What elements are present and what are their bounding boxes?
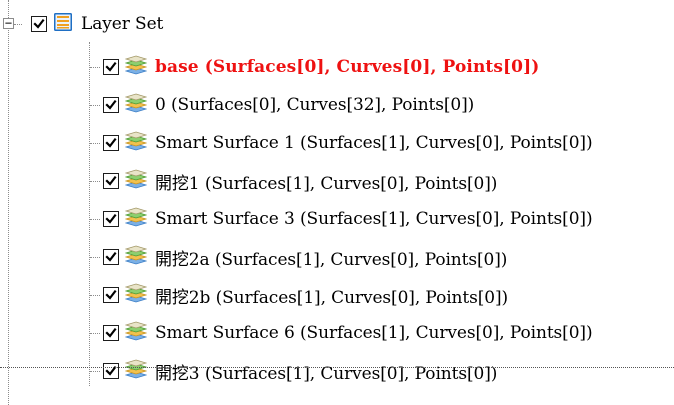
layer-stack-icon: [124, 283, 148, 307]
tree-connector: [90, 295, 100, 296]
layer-row[interactable]: Smart Surface 3 (Surfaces[1], Curves[0],…: [103, 200, 593, 238]
layer-visibility-checkbox[interactable]: [103, 97, 119, 113]
focus-indicator: [0, 367, 674, 368]
layer-row[interactable]: Smart Surface 6 (Surfaces[1], Curves[0],…: [103, 314, 593, 352]
layer-stack-icon: [124, 131, 148, 155]
layer-label: Smart Surface 1 (Surfaces[1], Curves[0],…: [155, 133, 593, 153]
tree-connector: [90, 143, 100, 144]
layer-label: 開挖2b (Surfaces[1], Curves[0], Points[0]): [155, 287, 509, 308]
layer-label: 0 (Surfaces[0], Curves[32], Points[0]): [155, 95, 475, 115]
layer-row[interactable]: 開挖3 (Surfaces[1], Curves[0], Points[0]): [103, 352, 497, 390]
tree-connector: [90, 371, 100, 372]
layer-stack-icon: [124, 359, 148, 383]
tree-connector: [90, 67, 100, 68]
layer-set-row[interactable]: Layer Set: [31, 5, 163, 43]
layer-row[interactable]: base (Surfaces[0], Curves[0], Points[0]): [103, 48, 539, 86]
tree-connector: [90, 257, 100, 258]
layer-row[interactable]: 開挖1 (Surfaces[1], Curves[0], Points[0]): [103, 162, 497, 200]
layer-set-checkbox[interactable]: [31, 16, 47, 32]
layer-tree: − Layer Set base (Surfaces[0], Curves[0]…: [0, 0, 674, 405]
layer-visibility-checkbox[interactable]: [103, 59, 119, 75]
layer-stack-icon: [124, 93, 148, 117]
tree-connector: [8, 30, 9, 405]
layer-stack-icon: [124, 245, 148, 269]
layer-label: 開挖3 (Surfaces[1], Curves[0], Points[0]): [155, 363, 498, 384]
tree-connector: [90, 105, 100, 106]
layer-row[interactable]: Smart Surface 1 (Surfaces[1], Curves[0],…: [103, 124, 593, 162]
tree-connector: [90, 181, 100, 182]
layer-label: Smart Surface 6 (Surfaces[1], Curves[0],…: [155, 323, 593, 343]
tree-connector: [90, 219, 100, 220]
tree-connector: [14, 24, 22, 25]
layer-label: base (Surfaces[0], Curves[0], Points[0]): [155, 57, 540, 77]
layer-set-icon: [53, 12, 73, 36]
layer-visibility-checkbox[interactable]: [103, 363, 119, 379]
layer-stack-icon: [124, 321, 148, 345]
layer-label: Smart Surface 3 (Surfaces[1], Curves[0],…: [155, 209, 593, 229]
layer-set-label: Layer Set: [81, 14, 164, 34]
layer-visibility-checkbox[interactable]: [103, 135, 119, 151]
layer-visibility-checkbox[interactable]: [103, 211, 119, 227]
layer-visibility-checkbox[interactable]: [103, 325, 119, 341]
layer-label: 開挖1 (Surfaces[1], Curves[0], Points[0]): [155, 173, 498, 194]
layer-visibility-checkbox[interactable]: [103, 249, 119, 265]
layer-stack-icon: [124, 55, 148, 79]
collapse-toggle[interactable]: −: [3, 17, 14, 29]
tree-connector: [89, 42, 90, 386]
layer-label: 開挖2a (Surfaces[1], Curves[0], Points[0]): [155, 249, 508, 270]
layer-visibility-checkbox[interactable]: [103, 287, 119, 303]
layer-visibility-checkbox[interactable]: [103, 173, 119, 189]
layer-stack-icon: [124, 207, 148, 231]
layer-stack-icon: [124, 169, 148, 193]
tree-connector: [90, 333, 100, 334]
layer-row[interactable]: 0 (Surfaces[0], Curves[32], Points[0]): [103, 86, 474, 124]
layer-row[interactable]: 開挖2a (Surfaces[1], Curves[0], Points[0]): [103, 238, 507, 276]
layer-row[interactable]: 開挖2b (Surfaces[1], Curves[0], Points[0]): [103, 276, 508, 314]
